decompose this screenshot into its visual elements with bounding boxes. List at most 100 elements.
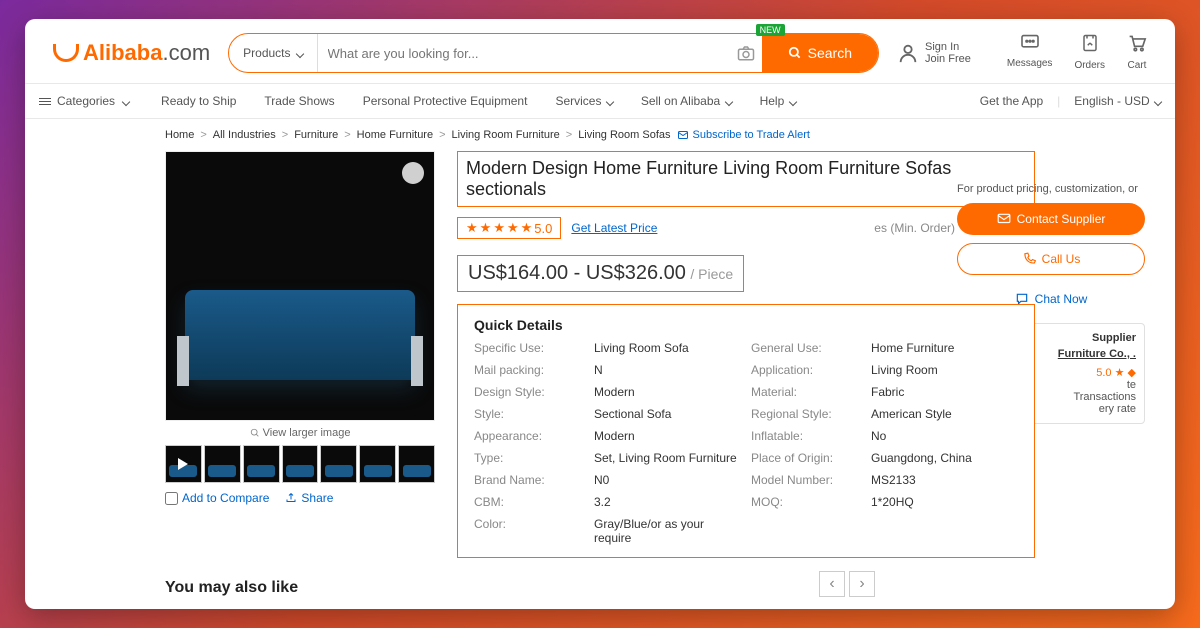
thumbnail[interactable]: [398, 445, 435, 483]
search-category-dropdown[interactable]: Products: [229, 34, 317, 72]
search-button[interactable]: NEW Search: [762, 34, 878, 72]
chevron-down-icon: [788, 94, 796, 108]
qd-label: Specific Use:: [474, 341, 584, 355]
nav-sell[interactable]: Sell on Alibaba: [627, 94, 746, 108]
nav-ready-to-ship[interactable]: Ready to Ship: [147, 94, 250, 108]
detail-column: Modern Design Home Furniture Living Room…: [457, 151, 1035, 558]
qd-value: N0: [594, 473, 741, 487]
camera-icon[interactable]: [730, 45, 762, 61]
chevron-down-icon: [121, 94, 129, 108]
breadcrumb: Home> All Industries> Furniture> Home Fu…: [25, 119, 1175, 151]
thumbnail[interactable]: [359, 445, 396, 483]
messages-label: Messages: [1007, 58, 1053, 69]
qd-label: Application:: [751, 363, 861, 377]
cart-icon: [1127, 34, 1147, 58]
qd-label: Color:: [474, 517, 584, 545]
search-category-label: Products: [243, 46, 290, 60]
orders-icon: [1074, 34, 1105, 58]
chevron-down-icon: [1153, 94, 1161, 108]
price-unit: / Piece: [690, 266, 733, 282]
get-app-link[interactable]: Get the App: [980, 94, 1043, 108]
quick-details-title: Quick Details: [474, 317, 1018, 333]
qd-value: 3.2: [594, 495, 741, 509]
qd-label: Design Style:: [474, 385, 584, 399]
crumb-home[interactable]: Home: [165, 129, 194, 141]
star-icon: ★: [480, 220, 492, 236]
nav-services[interactable]: Services: [541, 94, 626, 108]
chevron-down-icon: [605, 94, 613, 108]
new-badge: NEW: [756, 24, 785, 36]
search-button-label: Search: [808, 45, 852, 61]
chevron-down-icon: [295, 46, 303, 60]
star-icon: ★: [493, 220, 505, 236]
thumbnail[interactable]: [243, 445, 280, 483]
thumbnail[interactable]: [204, 445, 241, 483]
crumb-furniture[interactable]: Furniture: [294, 129, 338, 141]
thumbnail-row: [165, 445, 435, 483]
lang-currency-select[interactable]: English - USD: [1074, 94, 1161, 108]
star-icon: ★: [466, 220, 478, 236]
product-title: Modern Design Home Furniture Living Room…: [457, 151, 1035, 207]
orders-label: Orders: [1074, 60, 1105, 71]
rating-box: ★ ★ ★ ★ ★ 5.0: [457, 217, 561, 239]
product-image: [185, 290, 415, 380]
thumbnail-video[interactable]: [165, 445, 202, 483]
messages-link[interactable]: Messages: [1007, 34, 1053, 72]
qd-value: Living Room Sofa: [594, 341, 741, 355]
account-menu[interactable]: Sign In Join Free: [897, 41, 971, 65]
action-note: For product pricing, customization, or: [957, 183, 1145, 195]
favorite-icon[interactable]: [402, 162, 424, 184]
categories-menu[interactable]: Categories: [39, 94, 147, 108]
qd-value: American Style: [871, 407, 1018, 421]
subscribe-trade-alert[interactable]: Subscribe to Trade Alert: [677, 129, 810, 141]
gallery-column: View larger image Add to Compare Share: [165, 151, 435, 558]
qd-value: Guangdong, China: [871, 451, 1018, 465]
search-input[interactable]: [318, 46, 730, 61]
crumb-sofas[interactable]: Living Room Sofas: [578, 129, 670, 141]
qd-label: Regional Style:: [751, 407, 861, 421]
menu-icon: [39, 98, 51, 105]
join-label: Join Free: [925, 53, 971, 65]
crumb-home-furniture[interactable]: Home Furniture: [357, 129, 433, 141]
nav-help[interactable]: Help: [746, 94, 810, 108]
qd-label: Style:: [474, 407, 584, 421]
carousel-next[interactable]: ›: [849, 571, 875, 597]
supplier-rating: 5.0 ★: [1096, 367, 1124, 379]
nav-trade-shows[interactable]: Trade Shows: [250, 94, 348, 108]
cart-link[interactable]: Cart: [1127, 34, 1147, 72]
quick-details: Quick Details Specific Use: Living Room S…: [457, 304, 1035, 558]
view-larger-link[interactable]: View larger image: [165, 421, 435, 445]
carousel-prev[interactable]: ‹: [819, 571, 845, 597]
price-value: US$164.00 - US$326.00: [468, 262, 686, 284]
add-to-compare[interactable]: Add to Compare: [165, 491, 269, 505]
brand-name: Alibaba: [83, 40, 162, 65]
nav-ppe[interactable]: Personal Protective Equipment: [349, 94, 542, 108]
qd-label: [751, 517, 861, 545]
qd-label: Place of Origin:: [751, 451, 861, 465]
share-button[interactable]: Share: [285, 491, 333, 505]
main-product-image[interactable]: [165, 151, 435, 421]
carousel-arrows: ‹ ›: [819, 571, 875, 597]
orders-link[interactable]: Orders: [1074, 34, 1105, 72]
crumb-living-room[interactable]: Living Room Furniture: [452, 129, 560, 141]
qd-label: General Use:: [751, 341, 861, 355]
qd-value: Living Room: [871, 363, 1018, 377]
get-latest-price-link[interactable]: Get Latest Price: [571, 221, 657, 235]
rating-value: 5.0: [534, 221, 552, 236]
gallery-actions: Add to Compare Share: [165, 483, 435, 505]
signin-label: Sign In: [925, 41, 971, 53]
call-us-button[interactable]: Call Us: [957, 243, 1145, 275]
logo-icon: [53, 44, 79, 62]
message-icon: [1007, 34, 1053, 56]
qd-value: Modern: [594, 385, 741, 399]
contact-supplier-button[interactable]: Contact Supplier: [957, 203, 1145, 235]
thumbnail[interactable]: [282, 445, 319, 483]
header-utility-links: Messages Orders Cart: [1007, 34, 1147, 72]
qd-value: Set, Living Room Furniture: [594, 451, 741, 465]
crumb-industries[interactable]: All Industries: [213, 129, 276, 141]
qd-label: Inflatable:: [751, 429, 861, 443]
thumbnail[interactable]: [320, 445, 357, 483]
browser-window: Alibaba.com Products NEW Search Sign In …: [25, 19, 1175, 609]
logo[interactable]: Alibaba.com: [53, 40, 210, 66]
qd-value: MS2133: [871, 473, 1018, 487]
